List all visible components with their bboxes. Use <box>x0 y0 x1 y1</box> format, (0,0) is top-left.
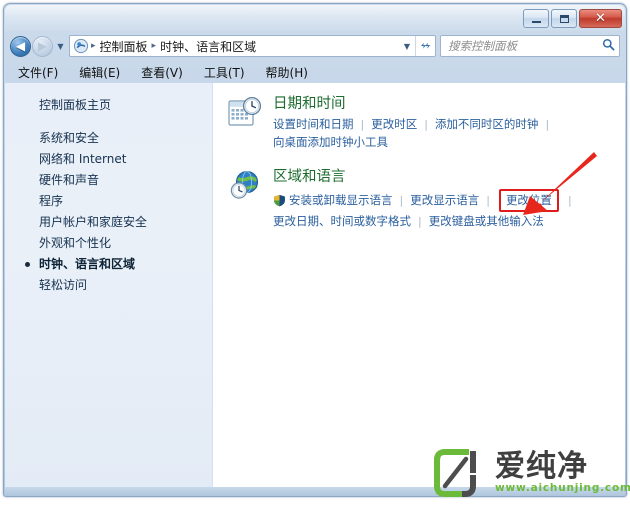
search-icon[interactable] <box>602 38 615 55</box>
task-link-change-location[interactable]: 更改位置 <box>506 192 552 209</box>
refresh-button[interactable] <box>415 36 433 56</box>
chevron-down-icon: ▼ <box>57 41 64 51</box>
minimize-button[interactable] <box>523 9 549 28</box>
search-box[interactable]: 搜索控制面板 <box>440 35 620 57</box>
sidebar-item-label: 时钟、语言和区域 <box>39 257 136 271</box>
active-bullet-icon <box>25 262 30 267</box>
category-title-region-and-language[interactable]: 区域和语言 <box>273 169 346 186</box>
link-divider: | <box>360 118 365 131</box>
sidebar-category-list: 系统和安全 网络和 Internet 硬件和声音 程序 用户帐户和家庭安全 外观… <box>5 128 212 296</box>
watermark-title: 爱纯净 <box>495 449 588 484</box>
content-area: 控制面板主页 系统和安全 网络和 Internet 硬件和声音 程序 用户帐户和… <box>5 83 625 487</box>
task-link-row: 更改日期、时间或数字格式 | 更改键盘或其他输入法 <box>273 213 625 230</box>
category-region-and-language: 区域和语言 安装或卸载显示语言 | 更改显示语言 | 更改位置 | 更改日期、时… <box>227 166 625 231</box>
sidebar-item-label: 用户帐户和家庭安全 <box>39 215 148 229</box>
sidebar-item-control-panel-home[interactable]: 控制面板主页 <box>5 95 212 113</box>
breadcrumb-item-control-panel[interactable]: 控制面板 <box>97 37 151 56</box>
watermark-text: 爱纯净 www.aichunjing.com <box>495 451 630 495</box>
sidebar-item-user-accounts-family-safety[interactable]: 用户帐户和家庭安全 <box>5 212 212 233</box>
category-date-and-time: 日期和时间 设置时间和日期 | 更改时区 | 添加不同时区的时钟 | 向桌面添加… <box>227 93 625 152</box>
sidebar-item-appearance-personalization[interactable]: 外观和个性化 <box>5 233 212 254</box>
task-link-row: 安装或卸载显示语言 | 更改显示语言 | 更改位置 | <box>273 189 625 212</box>
forward-arrow-icon: ▶ <box>37 39 48 53</box>
menu-item-edit[interactable]: 编辑(E) <box>77 63 122 82</box>
menu-item-help[interactable]: 帮助(H) <box>264 63 310 82</box>
title-bar: ✕ <box>4 4 626 32</box>
close-icon: ✕ <box>595 11 606 26</box>
task-link-change-date-time-number-formats[interactable]: 更改日期、时间或数字格式 <box>273 213 411 230</box>
category-body: 日期和时间 设置时间和日期 | 更改时区 | 添加不同时区的时钟 | 向桌面添加… <box>273 93 625 152</box>
menu-bar: 文件(F) 编辑(E) 查看(V) 工具(T) 帮助(H) <box>4 61 626 83</box>
minimize-icon <box>531 20 541 23</box>
back-button[interactable]: ◀ <box>10 35 31 57</box>
task-link-add-clocks-for-time-zones[interactable]: 添加不同时区的时钟 <box>435 116 539 133</box>
task-link-change-keyboards-or-input-methods[interactable]: 更改键盘或其他输入法 <box>429 213 544 230</box>
forward-button[interactable]: ▶ <box>32 35 53 57</box>
maximize-button[interactable] <box>551 9 577 28</box>
menu-item-tools[interactable]: 工具(T) <box>202 63 247 82</box>
task-link-install-uninstall-display-languages[interactable]: 安装或卸载显示语言 <box>273 192 393 209</box>
sidebar: 控制面板主页 系统和安全 网络和 Internet 硬件和声音 程序 用户帐户和… <box>5 83 213 487</box>
menu-item-view[interactable]: 查看(V) <box>139 63 185 82</box>
caption-button-group: ✕ <box>523 9 622 28</box>
category-body: 区域和语言 安装或卸载显示语言 | 更改显示语言 | 更改位置 | 更改日期、时… <box>273 166 625 231</box>
nav-arrow-group: ◀ ▶ ▼ <box>10 35 67 57</box>
sidebar-item-programs[interactable]: 程序 <box>5 191 212 212</box>
back-arrow-icon: ◀ <box>15 39 26 53</box>
sidebar-item-network-internet[interactable]: 网络和 Internet <box>5 149 212 170</box>
sidebar-item-label: 轻松访问 <box>39 278 88 292</box>
menu-item-file[interactable]: 文件(F) <box>16 63 60 82</box>
address-bar[interactable]: ▸ 控制面板 ▸ 时钟、语言和区域 ▼ <box>69 35 436 57</box>
breadcrumb-item-clock-language-region[interactable]: 时钟、语言和区域 <box>157 37 259 56</box>
task-link-set-time-and-date[interactable]: 设置时间和日期 <box>273 116 354 133</box>
control-panel-window: ✕ ◀ ▶ ▼ ▸ 控制面板 ▸ 时钟、语言和区域 ▼ 搜索控制面板 文件(F)… <box>3 3 627 497</box>
date-time-icon <box>227 93 273 152</box>
watermark-url: www.aichunjing.com <box>495 482 630 494</box>
task-link-label: 安装或卸载显示语言 <box>289 193 393 207</box>
link-divider: | <box>545 118 550 131</box>
maximize-icon <box>559 14 569 23</box>
sidebar-item-label: 外观和个性化 <box>39 236 112 250</box>
task-link-row: 设置时间和日期 | 更改时区 | 添加不同时区的时钟 | <box>273 116 625 133</box>
sidebar-item-label: 硬件和声音 <box>39 173 100 187</box>
screenshot-root: ✕ ◀ ▶ ▼ ▸ 控制面板 ▸ 时钟、语言和区域 ▼ 搜索控制面板 文件(F)… <box>0 0 630 510</box>
control-panel-icon <box>73 38 89 54</box>
task-link-change-display-language[interactable]: 更改显示语言 <box>410 192 479 209</box>
link-divider: | <box>418 215 422 228</box>
uac-shield-icon <box>273 194 286 207</box>
watermark: 爱纯净 www.aichunjing.com <box>432 448 630 498</box>
sidebar-item-label: 程序 <box>39 194 64 208</box>
category-title-date-and-time[interactable]: 日期和时间 <box>273 96 346 113</box>
search-input[interactable]: 搜索控制面板 <box>448 38 602 54</box>
task-link-row: 向桌面添加时钟小工具 <box>273 134 625 151</box>
aichunjing-logo-icon <box>432 448 486 498</box>
breadcrumb-separator-0: ▸ <box>91 41 96 51</box>
task-link-change-time-zone[interactable]: 更改时区 <box>371 116 417 133</box>
category-panel: 日期和时间 设置时间和日期 | 更改时区 | 添加不同时区的时钟 | 向桌面添加… <box>213 83 625 487</box>
link-divider: | <box>424 118 428 131</box>
sidebar-item-label: 系统和安全 <box>39 131 100 145</box>
close-button[interactable]: ✕ <box>579 9 622 28</box>
link-divider: | <box>399 194 404 207</box>
link-divider: | <box>567 194 572 207</box>
sidebar-item-ease-of-access[interactable]: 轻松访问 <box>5 275 212 296</box>
address-dropdown-button[interactable]: ▼ <box>399 42 415 51</box>
link-divider: | <box>486 194 490 207</box>
task-link-add-clock-gadget-to-desktop[interactable]: 向桌面添加时钟小工具 <box>273 134 388 151</box>
sidebar-item-clock-language-region[interactable]: 时钟、语言和区域 <box>5 254 212 275</box>
sidebar-item-system-security[interactable]: 系统和安全 <box>5 128 212 149</box>
recent-pages-button[interactable]: ▼ <box>54 36 67 57</box>
sidebar-item-label: 网络和 Internet <box>39 152 127 166</box>
navigation-bar: ◀ ▶ ▼ ▸ 控制面板 ▸ 时钟、语言和区域 ▼ 搜索控制面板 <box>4 32 626 60</box>
sidebar-item-hardware-sound[interactable]: 硬件和声音 <box>5 170 212 191</box>
highlight-box-change-location: 更改位置 <box>498 189 559 212</box>
region-language-icon <box>227 166 273 231</box>
